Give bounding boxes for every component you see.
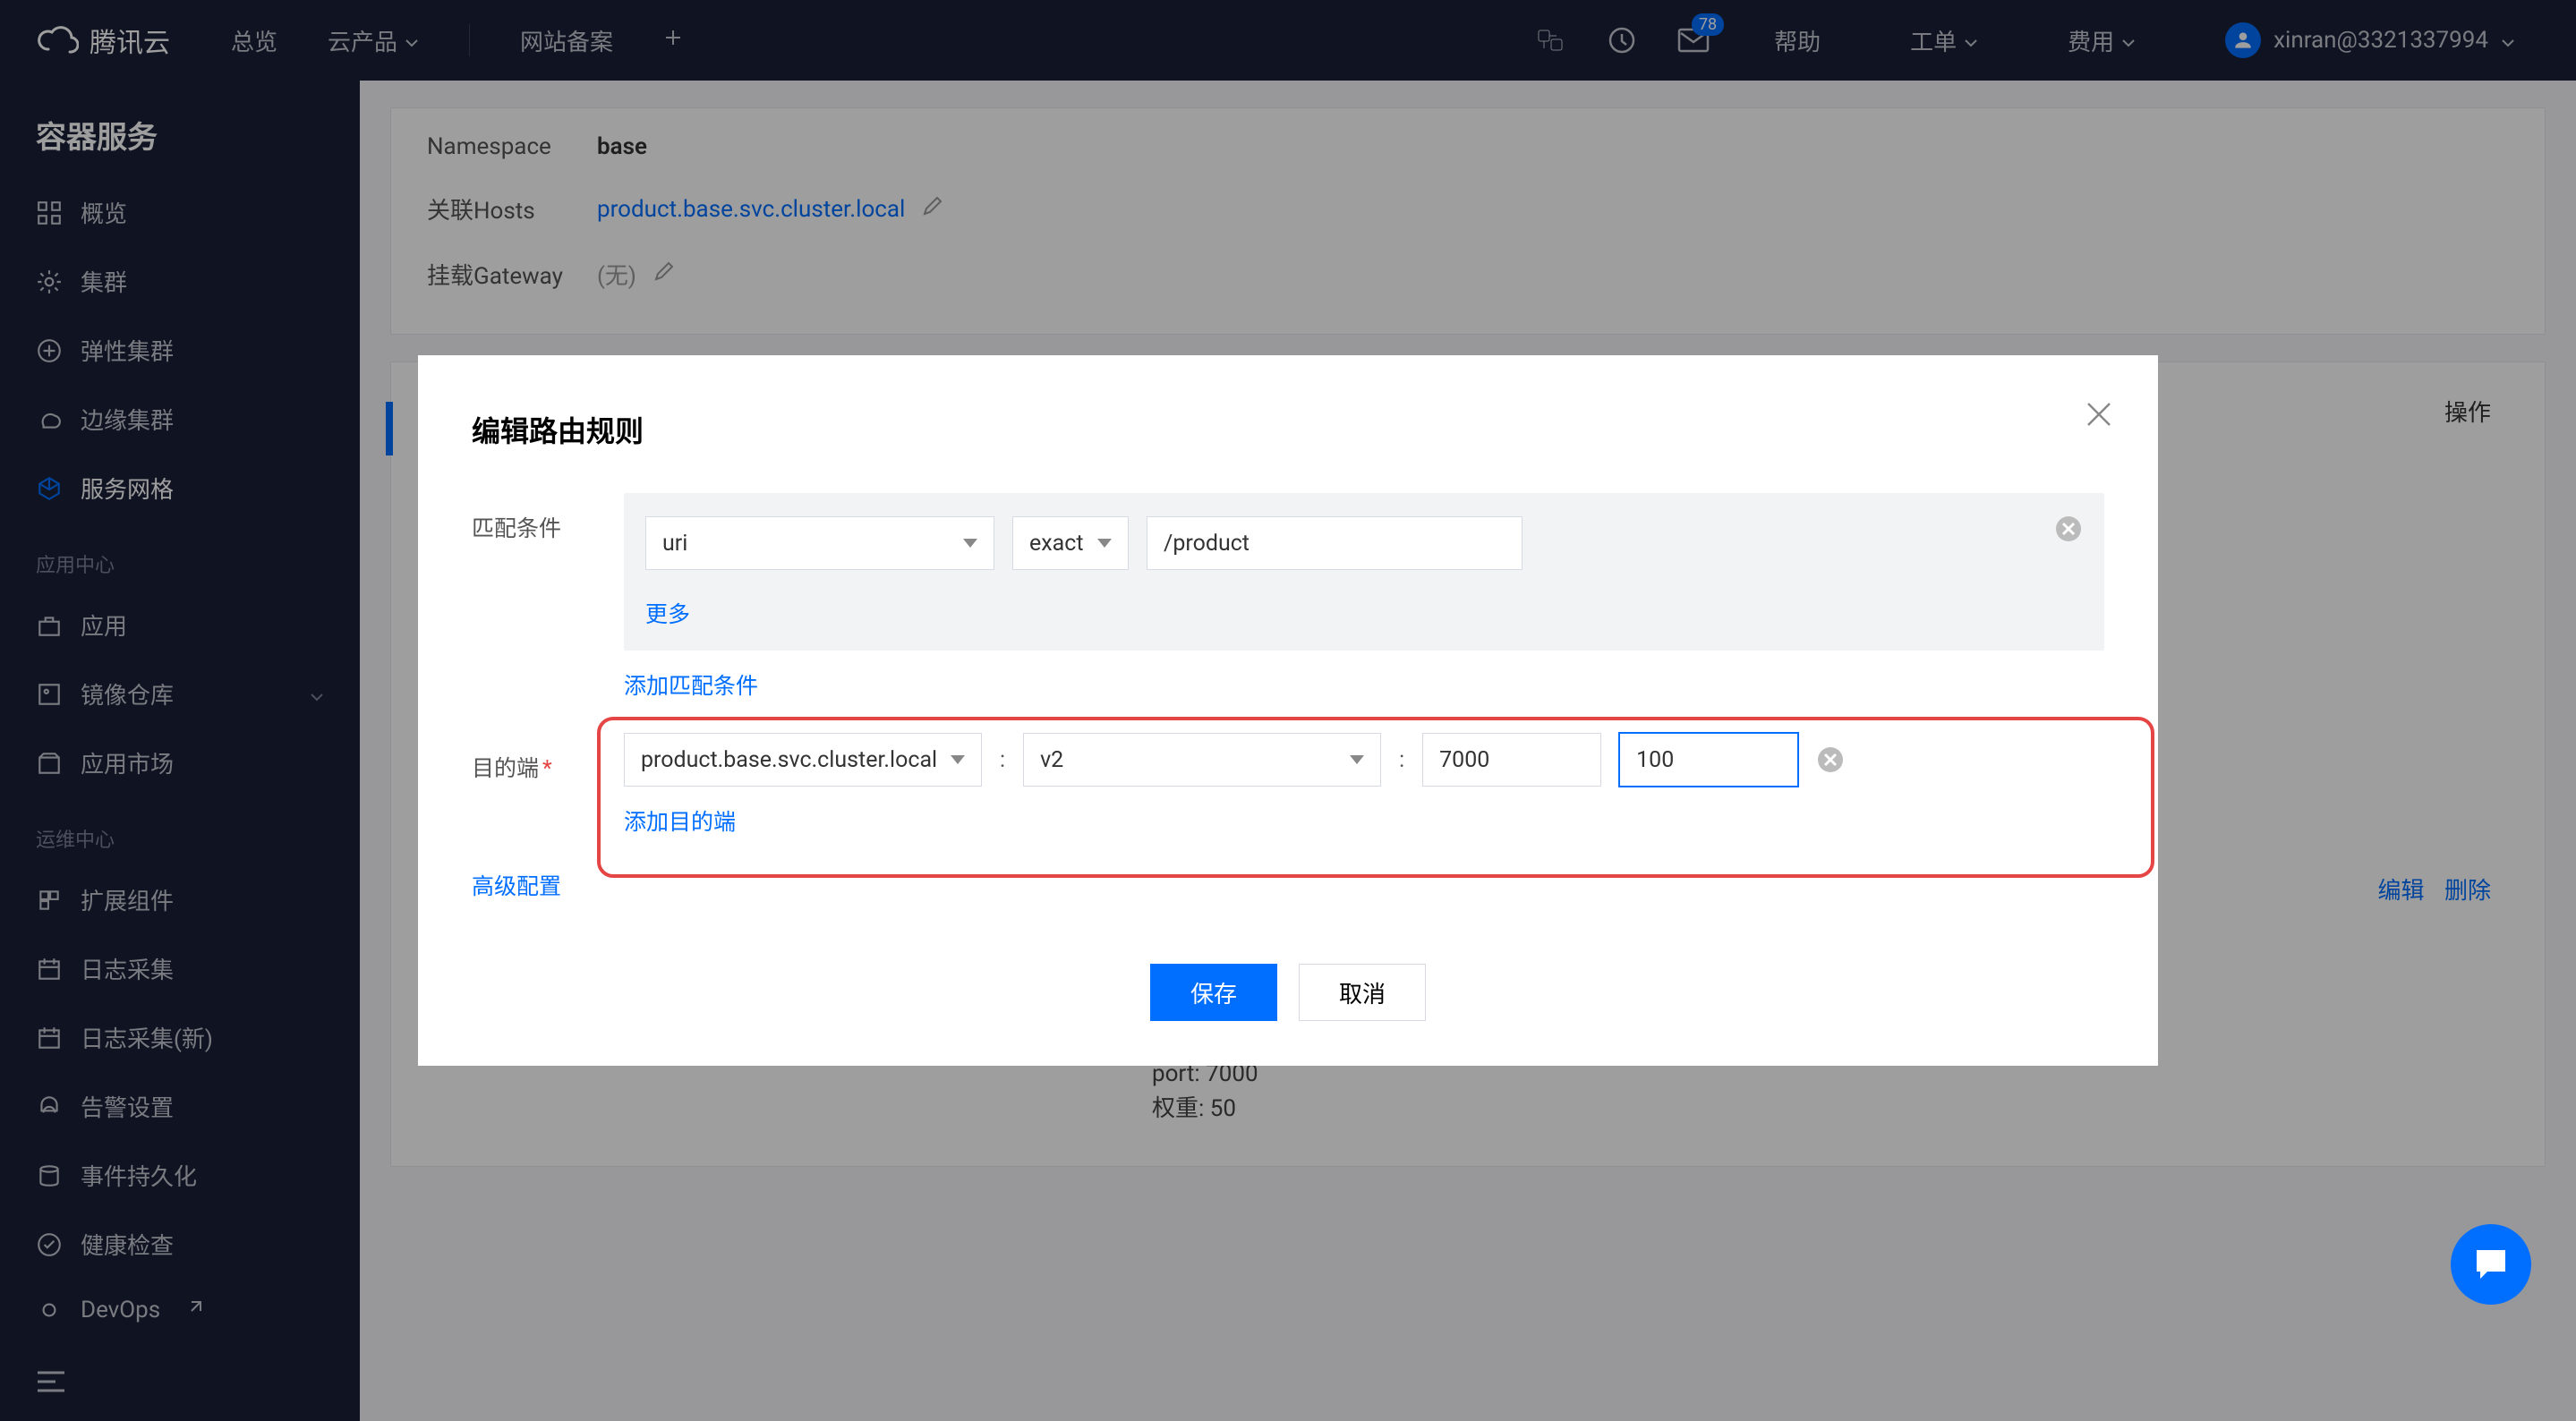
- add-condition-link[interactable]: 添加匹配条件: [624, 668, 758, 701]
- modal-title: 编辑路由规则: [472, 409, 2104, 450]
- condition-box: uri exact 更多: [624, 493, 2104, 651]
- advanced-link[interactable]: 高级配置: [472, 874, 561, 900]
- chevron-down-icon: [951, 755, 965, 764]
- colon: :: [1399, 747, 1404, 773]
- close-icon[interactable]: [2081, 396, 2117, 432]
- dest-version-value: v2: [1040, 747, 1063, 773]
- cond-type-select[interactable]: uri: [645, 516, 994, 570]
- chevron-down-icon: [1350, 755, 1364, 764]
- dest-label: 目的端*: [472, 733, 588, 837]
- cond-label: 匹配条件: [472, 493, 588, 701]
- dest-version-select[interactable]: v2: [1023, 733, 1381, 787]
- cancel-button[interactable]: 取消: [1299, 964, 1426, 1021]
- cond-op-select[interactable]: exact: [1012, 516, 1129, 570]
- dest-host-select[interactable]: product.base.svc.cluster.local: [624, 733, 982, 787]
- add-dest-link[interactable]: 添加目的端: [624, 804, 736, 837]
- cond-type-value: uri: [662, 531, 687, 557]
- more-link[interactable]: 更多: [645, 597, 690, 629]
- dest-row: product.base.svc.cluster.local : v2 : 添加…: [624, 733, 2104, 837]
- cond-value-input[interactable]: [1147, 516, 1523, 570]
- colon: :: [1000, 747, 1005, 773]
- edit-route-modal: 编辑路由规则 匹配条件 uri exact 更多 添加匹配条件 目的端*: [418, 355, 2158, 1066]
- dest-port-input[interactable]: [1422, 733, 1601, 787]
- cond-op-value: exact: [1029, 531, 1084, 557]
- dest-host-value: product.base.svc.cluster.local: [641, 747, 937, 773]
- save-button[interactable]: 保存: [1150, 964, 1277, 1021]
- chevron-down-icon: [1097, 539, 1112, 548]
- delete-dest-icon[interactable]: [1816, 745, 1845, 774]
- dest-weight-input[interactable]: [1619, 733, 1798, 787]
- chat-fab[interactable]: [2451, 1224, 2531, 1305]
- delete-condition-icon[interactable]: [2054, 515, 2083, 543]
- chevron-down-icon: [963, 539, 977, 548]
